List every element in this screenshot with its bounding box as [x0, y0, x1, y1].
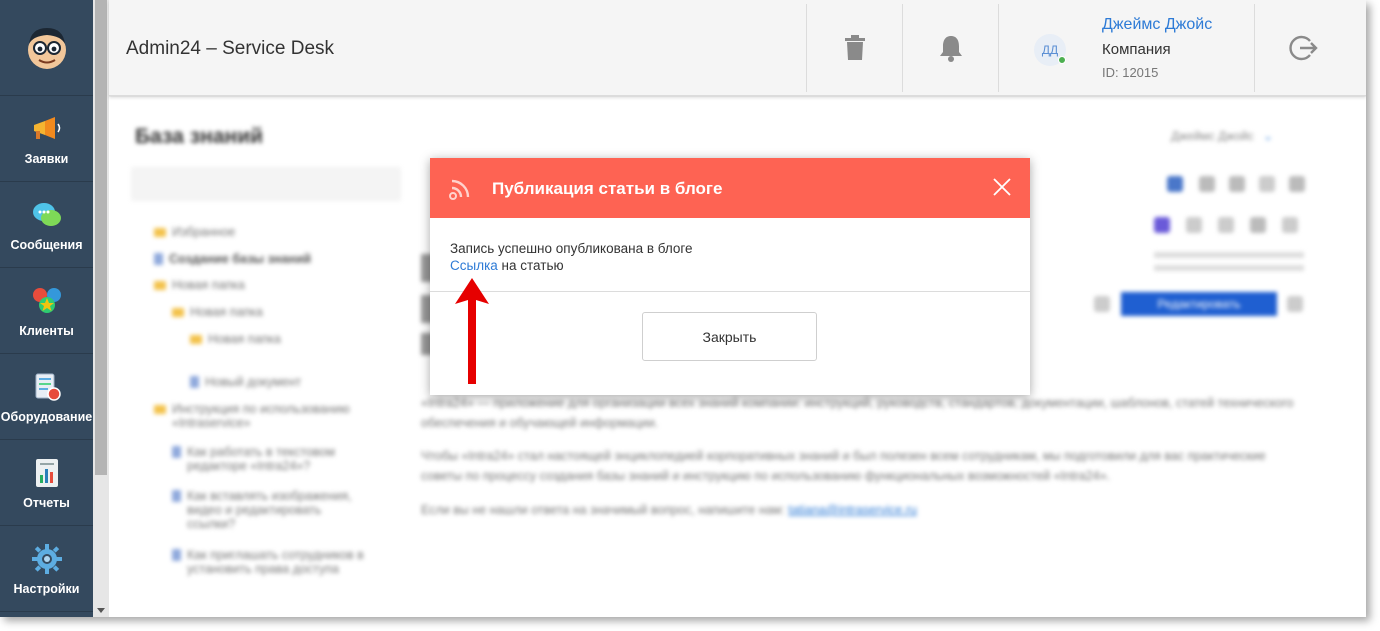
- tree-item: Новая папка: [154, 278, 245, 292]
- sidebar-item-label: Сообщения: [10, 237, 83, 252]
- article-link-line: Ссылка на статью: [450, 257, 693, 274]
- tree-toolbar: [131, 167, 401, 201]
- user-id: ID: 12015: [1102, 65, 1159, 80]
- doc-meta-line: [1154, 265, 1304, 271]
- sidebar-item-label: Заявки: [24, 151, 69, 166]
- toolbar-icon-cloud: [1229, 176, 1245, 192]
- tree-item: Как приглашать сотрудников в установить …: [172, 548, 387, 576]
- more-icon: [1287, 296, 1303, 312]
- publish-dialog: Публикация статьи в блоге Запись успешно…: [430, 158, 1030, 395]
- sidebar-item-settings[interactable]: Настройки: [0, 526, 93, 612]
- article-paragraph: Если вы не нашли ответа на значимый вопр…: [421, 503, 917, 517]
- toolbar-icon-table: [1199, 176, 1215, 192]
- avatar[interactable]: ДД: [1034, 34, 1066, 66]
- trash-button[interactable]: [806, 4, 902, 92]
- report-chart-icon: [30, 456, 64, 490]
- page-title: База знаний: [135, 125, 264, 148]
- app-window: Заявки Сообщения Клиенты Оборудование От…: [0, 0, 1366, 617]
- sidebar-item-label: Настройки: [13, 581, 80, 596]
- clients-icon: [30, 284, 64, 318]
- user-name-link[interactable]: Джеймс Джойс: [1102, 16, 1212, 34]
- tree-item: Создание базы знаний: [154, 252, 311, 266]
- notifications-button[interactable]: [902, 4, 998, 92]
- print-icon: [1250, 217, 1266, 233]
- sidebar-scrollbar[interactable]: [93, 0, 109, 617]
- email-link: tatiana@intraservice.ru: [788, 503, 917, 517]
- history-icon: [1186, 217, 1202, 233]
- avatar-face-logo-icon: [27, 27, 66, 69]
- tree-item: Как работать в текстовом редакторе «Intr…: [172, 445, 352, 473]
- tree-item: Новый документ: [190, 375, 301, 389]
- blog-rss-icon: [449, 179, 470, 200]
- dialog-body: Запись успешно опубликована в блоге Ссыл…: [450, 240, 693, 274]
- share-icon: [1154, 217, 1170, 233]
- tree-item: Инструкция по использованию «Intraservic…: [154, 402, 379, 430]
- scroll-down-arrow-icon[interactable]: [97, 608, 105, 613]
- sidebar: Заявки Сообщения Клиенты Оборудование От…: [0, 0, 93, 617]
- article-paragraph: «Intra24» — приложение для организации в…: [421, 396, 1294, 430]
- top-header: Admin24 – Service Desk ДД Джеймс Джойс К…: [109, 0, 1366, 96]
- tree-item: Как вставлять изображения, видео и редак…: [172, 489, 352, 531]
- article-link[interactable]: Ссылка: [450, 258, 498, 273]
- logout-icon: [1288, 35, 1318, 61]
- annotation-arrow-icon: [455, 278, 489, 384]
- user-company: Компания: [1102, 41, 1171, 58]
- bell-icon: [939, 36, 962, 62]
- sidebar-item-messages[interactable]: Сообщения: [0, 182, 93, 268]
- tree-item: Избранное: [154, 225, 235, 239]
- article-paragraph: Чтобы «Intra24» стал настоящей энциклопе…: [421, 449, 1266, 483]
- editor-toolbar: [989, 169, 1319, 199]
- trash-icon: [844, 35, 865, 60]
- sidebar-item-label: Клиенты: [19, 323, 74, 338]
- copy-icon: [1282, 217, 1298, 233]
- sidebar-item-label: Оборудование: [0, 409, 93, 424]
- dialog-title: Публикация статьи в блоге: [492, 179, 723, 198]
- chat-bubbles-icon: [30, 198, 64, 232]
- equipment-icon: [30, 370, 64, 404]
- megaphone-icon: [30, 112, 64, 146]
- close-button[interactable]: Закрыть: [642, 312, 817, 361]
- edit-button: Редактировать: [1121, 292, 1277, 316]
- author-selector: Джеймс Джойс ⌄: [1171, 129, 1273, 143]
- doc-meta-line: [1154, 252, 1304, 258]
- toolbar-icon-settings: [1289, 176, 1305, 192]
- avatar-initials: ДД: [1041, 43, 1059, 57]
- tree-item: Новая папка: [172, 305, 263, 319]
- sidebar-item-equipment[interactable]: Оборудование: [0, 354, 93, 440]
- sidebar-item-requests[interactable]: Заявки: [0, 96, 93, 182]
- gear-icon: [30, 542, 64, 576]
- logo[interactable]: [0, 0, 93, 96]
- star-icon: [1094, 296, 1110, 312]
- article-link-suffix: на статью: [497, 258, 564, 273]
- online-status-dot: [1058, 56, 1066, 64]
- toolbar-icon-image: [1167, 176, 1183, 192]
- sidebar-item-clients[interactable]: Клиенты: [0, 268, 93, 354]
- author-name: Джеймс Джойс: [1171, 129, 1254, 143]
- chevron-down-icon: ⌄: [1263, 129, 1274, 143]
- close-icon[interactable]: [991, 176, 1013, 198]
- tree-item: Новая папка: [190, 332, 281, 346]
- sidebar-item-reports[interactable]: Отчеты: [0, 440, 93, 526]
- success-message: Запись успешно опубликована в блоге: [450, 241, 693, 256]
- link-icon: [1218, 217, 1234, 233]
- dialog-header: Публикация статьи в блоге: [430, 158, 1030, 218]
- sidebar-item-label: Отчеты: [23, 495, 70, 510]
- scrollbar-thumb[interactable]: [95, 0, 107, 475]
- dialog-divider: [430, 291, 1030, 292]
- page-title: Admin24 – Service Desk: [126, 38, 335, 59]
- toolbar-icon-video: [1259, 176, 1275, 192]
- logout-button[interactable]: [1254, 4, 1350, 92]
